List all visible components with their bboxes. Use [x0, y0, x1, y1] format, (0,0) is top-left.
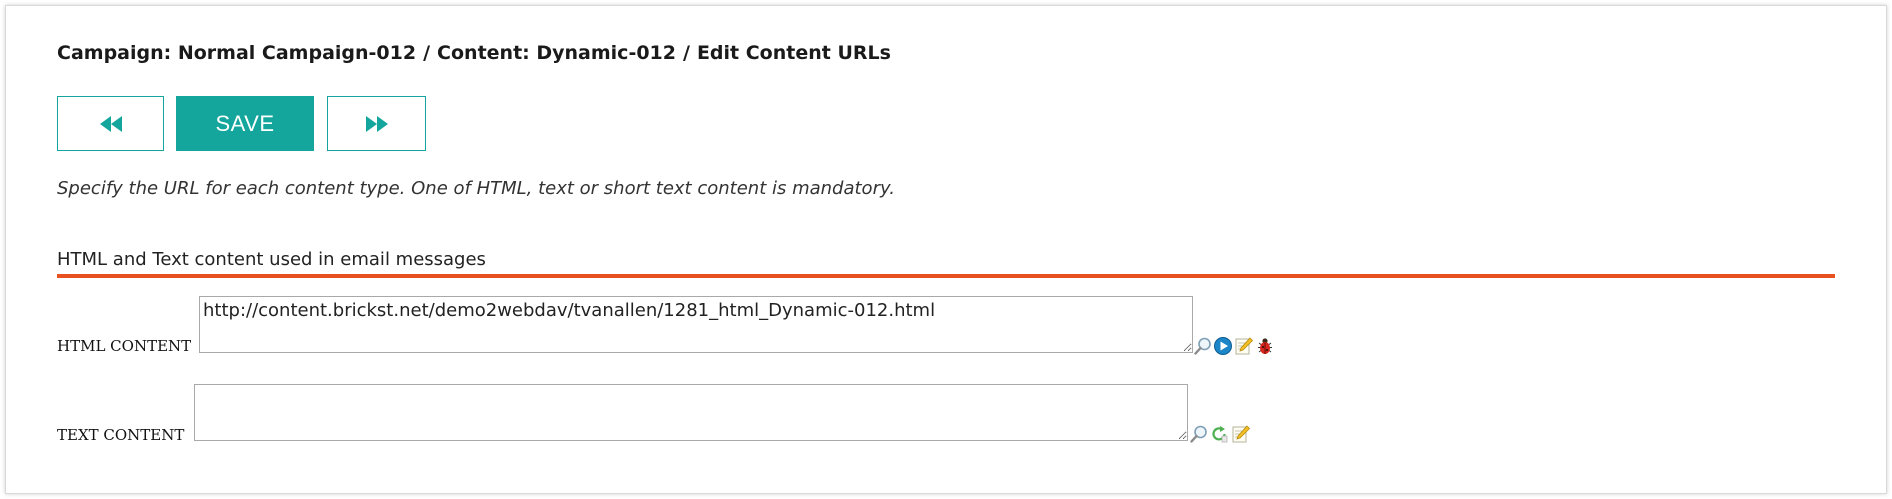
html-content-url-input[interactable]: http://content.brickst.net/demo2webdav/t…	[199, 296, 1193, 353]
bug-icon[interactable]	[1255, 336, 1275, 356]
fast-forward-icon	[365, 115, 389, 133]
section-title: HTML and Text content used in email mess…	[57, 249, 486, 270]
text-content-url-input[interactable]	[194, 384, 1188, 441]
previous-button[interactable]	[57, 96, 164, 151]
next-button[interactable]	[327, 96, 426, 151]
refresh-icon[interactable]	[1209, 424, 1229, 444]
text-content-label: TEXT CONTENT	[57, 426, 185, 444]
breadcrumb-current-page: Edit Content URLs	[696, 42, 891, 64]
breadcrumb-campaign[interactable]: Campaign: Normal Campaign-012	[57, 42, 416, 64]
breadcrumb-separator: /	[683, 42, 690, 64]
magnifier-icon[interactable]	[1193, 336, 1213, 356]
breadcrumb-content[interactable]: Content: Dynamic-012	[437, 42, 676, 64]
section-divider	[57, 274, 1835, 278]
html-content-label: HTML CONTENT	[57, 337, 192, 355]
breadcrumb-separator: /	[423, 42, 431, 64]
magnifier-icon[interactable]	[1189, 424, 1209, 444]
rewind-icon	[99, 115, 123, 133]
edit-icon[interactable]	[1234, 336, 1254, 356]
breadcrumb: Campaign: Normal Campaign-012 / Content: D…	[57, 42, 891, 64]
instructions-text: Specify the URL for each content type. O…	[57, 178, 895, 199]
save-button[interactable]: SAVE	[176, 96, 314, 151]
play-icon[interactable]	[1213, 336, 1233, 356]
edit-icon[interactable]	[1231, 424, 1251, 444]
